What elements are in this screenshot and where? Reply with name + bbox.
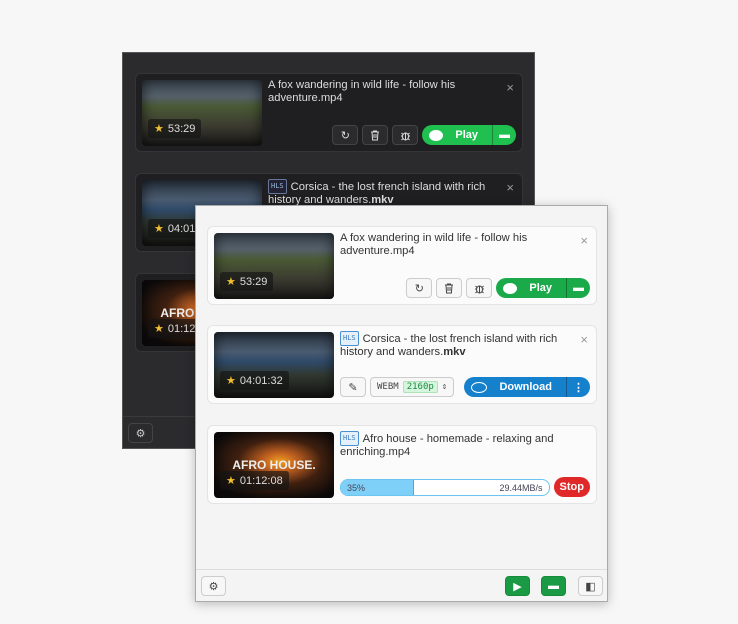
play-label: Play bbox=[455, 129, 478, 141]
title-extension: mkv bbox=[443, 346, 466, 358]
refresh-icon[interactable]: ↻ bbox=[406, 278, 433, 298]
download-card: ★ 53:29 A fox wandering in wild life - fo… bbox=[207, 226, 597, 305]
download-icon bbox=[471, 381, 488, 393]
hls-badge: HLS bbox=[340, 331, 359, 346]
duration-badge: ★ 01:12:08 bbox=[220, 471, 289, 490]
video-thumbnail[interactable]: ★ 53:29 bbox=[142, 80, 262, 146]
close-icon[interactable]: × bbox=[580, 332, 588, 347]
more-options-icon[interactable]: ⋮ bbox=[566, 377, 590, 397]
sidebar-toggle-icon[interactable]: ◧ bbox=[578, 576, 603, 596]
download-card: ★ 53:29 A fox wandering in wild life - fo… bbox=[135, 73, 523, 152]
video-title: A fox wandering in wild life - follow hi… bbox=[268, 79, 498, 105]
refresh-icon[interactable]: ↻ bbox=[332, 125, 359, 145]
footer-bar: ⚙ ▶ ▬ ◧ bbox=[196, 569, 607, 601]
format-select[interactable]: WEBM 2160p ⇕ bbox=[370, 377, 455, 397]
actions-row: ✎ WEBM 2160p ⇕ Download ⋮ bbox=[340, 377, 590, 397]
close-icon[interactable]: × bbox=[580, 233, 588, 248]
settings-icon[interactable]: ⚙ bbox=[128, 423, 153, 443]
star-icon: ★ bbox=[154, 223, 164, 235]
video-title: HLS Corsica - the lost french island with… bbox=[340, 331, 570, 359]
play-button[interactable]: Play ▬ bbox=[496, 278, 590, 298]
download-speed: 29.44MB/s bbox=[499, 482, 543, 493]
play-icon bbox=[429, 129, 444, 141]
star-icon: ★ bbox=[226, 475, 236, 487]
title-text: A fox wandering in wild life - follow hi… bbox=[268, 79, 456, 104]
duration-badge: ★ 04:01:32 bbox=[220, 371, 289, 390]
edit-pencil-icon[interactable]: ✎ bbox=[340, 377, 366, 397]
chevron-updown-icon: ⇕ bbox=[441, 382, 448, 392]
folder-icon[interactable]: ▬ bbox=[566, 278, 590, 298]
download-card: ★ 04:01:32 HLS Corsica - the lost french i… bbox=[207, 325, 597, 404]
duration: 01:12:08 bbox=[239, 475, 283, 487]
stop-button[interactable]: Stop bbox=[553, 477, 590, 497]
play-button[interactable]: Play ▬ bbox=[422, 125, 516, 145]
folder-icon[interactable]: ▬ bbox=[492, 125, 516, 145]
quality-value: 2160p bbox=[402, 381, 438, 393]
format-value: WEBM bbox=[377, 382, 399, 392]
progress-bar: 35% 29.44MB/s bbox=[340, 478, 550, 496]
play-label: Play bbox=[529, 282, 552, 294]
duration: 53:29 bbox=[239, 276, 268, 288]
settings-icon[interactable]: ⚙ bbox=[201, 576, 226, 596]
duration-badge: ★ 53:29 bbox=[220, 272, 274, 291]
title-text: A fox wandering in wild life - follow hi… bbox=[340, 232, 528, 257]
download-card: AFRO HOUSE. ★ 01:12:08 HLS Afro house - ho… bbox=[207, 425, 597, 504]
trash-icon[interactable] bbox=[362, 125, 389, 145]
download-button[interactable]: Download ⋮ bbox=[464, 377, 590, 397]
duration: 53:29 bbox=[167, 123, 196, 135]
progress-percent: 35% bbox=[347, 482, 366, 493]
folder-icon[interactable]: ▬ bbox=[541, 576, 566, 596]
actions-row: ↻ Play ▬ bbox=[340, 278, 590, 298]
progress-row: 35% 29.44MB/s Stop bbox=[340, 477, 590, 497]
video-title: HLS Afro house - homemade - relaxing and … bbox=[340, 431, 570, 459]
video-thumbnail[interactable]: ★ 04:01:32 bbox=[214, 332, 334, 398]
video-title: A fox wandering in wild life - follow hi… bbox=[340, 232, 570, 258]
bug-icon[interactable] bbox=[392, 125, 419, 145]
close-icon[interactable]: × bbox=[506, 80, 514, 95]
hls-badge: HLS bbox=[268, 179, 287, 194]
trash-icon[interactable] bbox=[436, 278, 463, 298]
bug-icon[interactable] bbox=[466, 278, 493, 298]
play-icon bbox=[503, 282, 518, 294]
download-label: Download bbox=[499, 381, 552, 393]
video-thumbnail[interactable]: AFRO HOUSE. ★01:12:08 bbox=[214, 432, 334, 498]
duration: 04:01:32 bbox=[239, 375, 283, 387]
close-icon[interactable]: × bbox=[506, 180, 514, 195]
hls-badge: HLS bbox=[340, 431, 359, 446]
actions-row: ↻ Play ▬ bbox=[268, 125, 516, 145]
star-icon: ★ bbox=[226, 276, 236, 288]
title-text: Afro house - homemade - relaxing and enr… bbox=[340, 433, 554, 458]
star-icon: ★ bbox=[154, 123, 164, 135]
video-thumbnail[interactable]: ★ 53:29 bbox=[214, 233, 334, 299]
video-title: HLS Corsica - the lost french island with… bbox=[268, 179, 498, 207]
thumbnail-overlay-text: AFRO HOUSE. bbox=[232, 458, 316, 472]
light-theme-window: ★ 53:29 A fox wandering in wild life - fo… bbox=[195, 205, 608, 602]
video-player-icon[interactable]: ▶ bbox=[505, 576, 530, 596]
duration-badge: ★ 53:29 bbox=[148, 119, 202, 138]
star-icon: ★ bbox=[154, 323, 164, 335]
star-icon: ★ bbox=[226, 375, 236, 387]
